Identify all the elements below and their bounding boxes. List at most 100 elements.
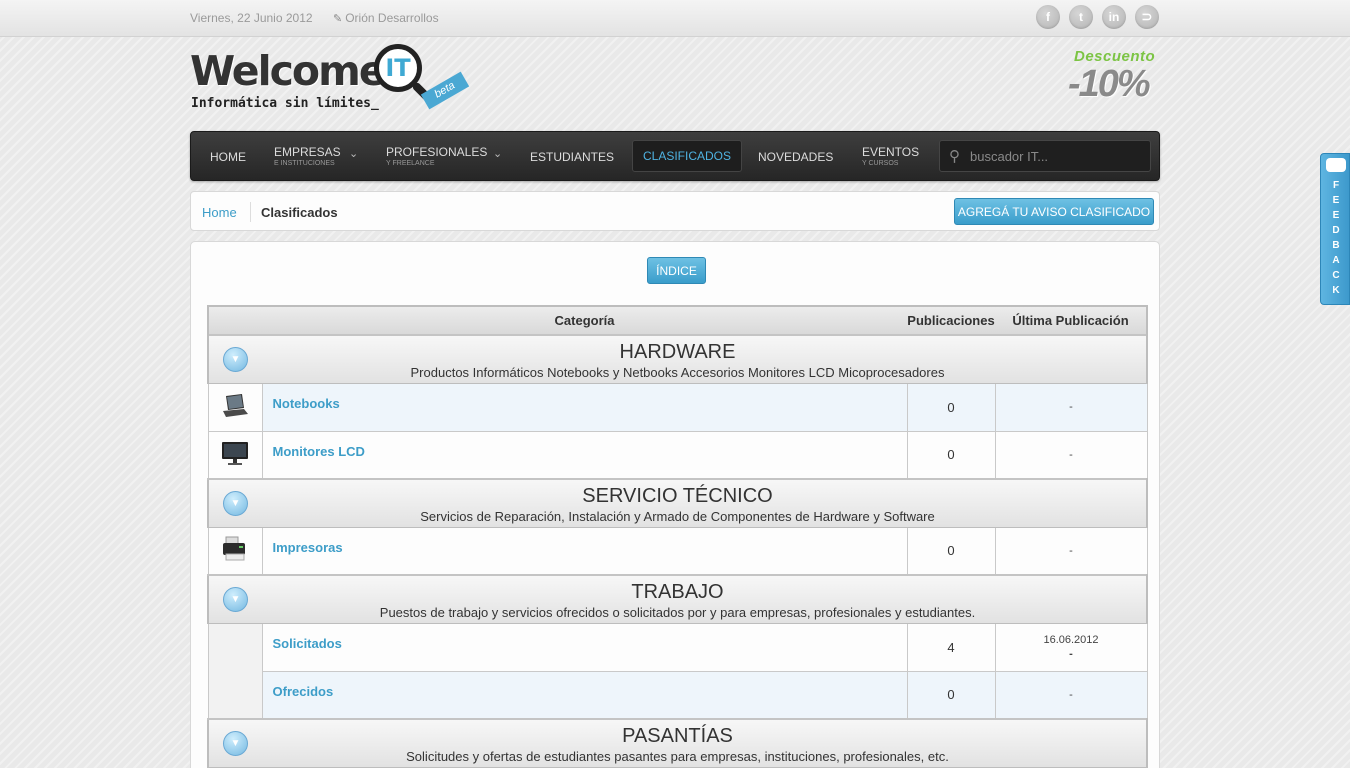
table-row: Solicitados 4 16.06.2012 - — [207, 622, 1148, 672]
category-name[interactable]: PASANTÍAS — [209, 722, 1146, 747]
posts-count: 4 — [906, 622, 996, 672]
developer-label: Orión Desarrollos — [345, 11, 439, 25]
last-post: - — [994, 526, 1148, 576]
table-row: Notebooks 0 - — [207, 382, 1148, 432]
thumb-cell — [207, 671, 263, 719]
category-cell: ▼ HARDWARE Productos Informáticos Notebo… — [207, 334, 1148, 384]
search-box: ⚲ — [939, 140, 1151, 172]
category-cell: ▼ SERVICIO TÉCNICO Servicios de Reparaci… — [207, 478, 1148, 528]
main-navigation: HOME EMPRESAS E INSTITUCIONES ⌄ PROFESIO… — [190, 131, 1160, 181]
category-row: ▼ TRABAJO Puestos de trabajo y servicios… — [207, 574, 1148, 624]
last-post: - — [994, 670, 1148, 720]
monitor-icon — [222, 442, 248, 466]
nav-eventos-sub: Y CURSOS — [862, 160, 899, 167]
expand-toggle-icon[interactable]: ▼ — [223, 491, 248, 516]
subcategory-link[interactable]: Ofrecidos — [273, 684, 334, 699]
pin-icon: ✎ — [333, 13, 343, 25]
discount-banner[interactable]: Descuento -10% — [1068, 48, 1168, 118]
category-row: ▼ PASANTÍAS Solicitudes y ofertas de est… — [207, 718, 1148, 768]
last-post: - — [994, 382, 1148, 432]
category-name[interactable]: SERVICIO TÉCNICO — [209, 482, 1146, 507]
category-cell: ▼ TRABAJO Puestos de trabajo y servicios… — [207, 574, 1148, 624]
category-row: ▼ SERVICIO TÉCNICO Servicios de Reparaci… — [207, 478, 1148, 528]
nav-profesionales-label: PROFESIONALES — [386, 145, 488, 159]
feedback-label: F E E D B A C K — [1332, 180, 1340, 296]
thumb-cell — [207, 430, 263, 480]
chevron-down-icon: ⌄ — [493, 148, 503, 160]
subcategory-cell: Solicitados — [261, 622, 908, 672]
speech-bubble-icon — [1326, 158, 1346, 172]
top-bar: Viernes, 22 Junio 2012 ✎ Orión Desarrollo… — [0, 0, 1350, 37]
current-date: Viernes, 22 Junio 2012 — [190, 11, 313, 25]
add-classified-button[interactable]: AGREGÁ TU AVISO CLASIFICADO — [954, 198, 1154, 225]
nav-empresas-sub: E INSTITUCIONES — [274, 160, 335, 167]
header-blank — [207, 305, 262, 336]
category-name[interactable]: HARDWARE — [209, 338, 1146, 363]
breadcrumb-divider — [250, 202, 251, 222]
subcategory-cell: Monitores LCD — [261, 430, 908, 480]
table-row: Ofrecidos 0 - — [207, 670, 1148, 720]
thumb-cell — [207, 526, 263, 576]
category-description: Servicios de Reparación, Instalación y A… — [420, 509, 935, 525]
linkedin-icon[interactable]: in — [1102, 5, 1126, 29]
notebook-icon — [223, 393, 248, 417]
printer-icon — [223, 536, 245, 561]
nav-estudiantes-label: ESTUDIANTES — [530, 150, 615, 164]
table-header: Categoría Publicaciones Última Publicaci… — [207, 305, 1148, 336]
expand-toggle-icon[interactable]: ▼ — [223, 347, 248, 372]
last-post: - — [994, 430, 1148, 480]
developer-link[interactable]: ✎ Orión Desarrollos — [333, 11, 439, 25]
nav-home-label: HOME — [210, 150, 246, 164]
nav-profesionales[interactable]: PROFESIONALES Y FREELANCE ⌄ — [386, 132, 516, 180]
subcategory-cell: Impresoras — [261, 526, 908, 576]
classifieds-panel: ÍNDICE Categoría Publicaciones Última Pu… — [190, 241, 1160, 768]
subcategory-cell: Notebooks — [261, 382, 908, 432]
breadcrumb-home[interactable]: Home — [202, 205, 237, 220]
nav-novedades-label: NOVEDADES — [758, 150, 834, 164]
chevron-down-icon: ⌄ — [349, 148, 359, 160]
expand-toggle-icon[interactable]: ▼ — [223, 587, 248, 612]
subcategory-link[interactable]: Monitores LCD — [273, 444, 365, 459]
posts-count: 0 — [906, 670, 996, 720]
search-icon[interactable]: ⚲ — [949, 147, 960, 165]
table-row: Impresoras 0 - — [207, 526, 1148, 576]
logo-word: Welcome — [190, 47, 387, 95]
beta-badge: beta — [420, 71, 470, 110]
nav-home[interactable]: HOME — [210, 132, 260, 180]
breadcrumb: Home Clasificados AGREGÁ TU AVISO CLASIF… — [190, 191, 1160, 231]
expand-toggle-icon[interactable]: ▼ — [223, 731, 248, 756]
facebook-icon[interactable]: f — [1036, 5, 1060, 29]
twitter-icon[interactable]: t — [1069, 5, 1093, 29]
thumb-cell — [207, 382, 263, 432]
rss-icon[interactable]: ⊃ — [1135, 5, 1159, 29]
site-logo[interactable]: Welcome IT beta Informática sin límites_ — [190, 44, 480, 119]
category-description: Productos Informáticos Notebooks y Netbo… — [410, 365, 945, 381]
posts-count: 0 — [906, 430, 996, 480]
header-category: Categoría — [262, 305, 907, 336]
category-description: Solicitudes y ofertas de estudiantes pas… — [406, 749, 949, 765]
header-last: Última Publicación — [995, 305, 1148, 336]
subcategory-cell: Ofrecidos — [261, 670, 908, 720]
magnifier-icon: IT — [374, 44, 422, 92]
feedback-tab[interactable]: F E E D B A C K — [1320, 153, 1350, 305]
category-name[interactable]: TRABAJO — [209, 578, 1146, 603]
nav-clasificados[interactable]: CLASIFICADOS — [632, 140, 742, 172]
search-input[interactable] — [970, 147, 1140, 165]
last-post-title[interactable]: - — [996, 647, 1147, 661]
posts-count: 0 — [906, 526, 996, 576]
subcategory-link[interactable]: Impresoras — [273, 540, 343, 555]
nav-estudiantes[interactable]: ESTUDIANTES — [530, 132, 620, 180]
classifieds-table: Categoría Publicaciones Última Publicaci… — [207, 305, 1148, 768]
last-post: 16.06.2012 - — [994, 622, 1148, 672]
nav-novedades[interactable]: NOVEDADES — [758, 132, 838, 180]
subcategory-link[interactable]: Solicitados — [273, 636, 342, 651]
index-button[interactable]: ÍNDICE — [647, 257, 706, 284]
posts-count: 0 — [906, 382, 996, 432]
breadcrumb-current: Clasificados — [261, 205, 338, 220]
nav-eventos[interactable]: EVENTOS Y CURSOS — [862, 132, 926, 180]
category-description: Puestos de trabajo y servicios ofrecidos… — [379, 605, 976, 621]
nav-empresas-label: EMPRESAS — [274, 145, 341, 159]
subcategory-link[interactable]: Notebooks — [273, 396, 340, 411]
nav-empresas[interactable]: EMPRESAS E INSTITUCIONES ⌄ — [274, 132, 374, 180]
social-links: f t in ⊃ — [1036, 5, 1159, 29]
